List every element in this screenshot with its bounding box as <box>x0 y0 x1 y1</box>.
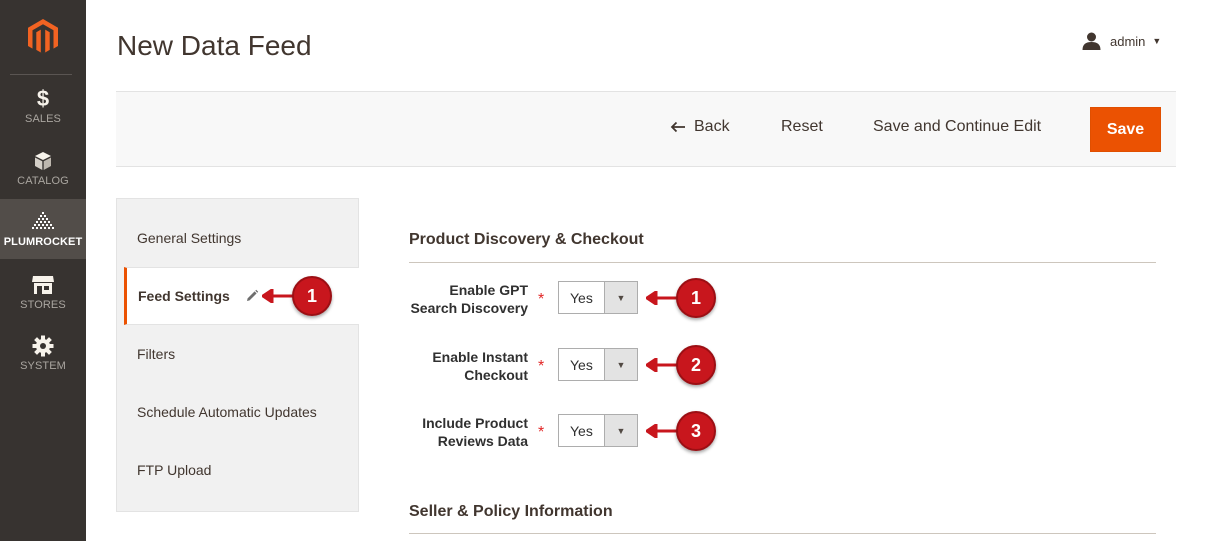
section-divider <box>409 262 1156 263</box>
tab-schedule-automatic-updates[interactable]: Schedule Automatic Updates <box>117 383 358 441</box>
required-mark: * <box>538 424 545 441</box>
tab-label: FTP Upload <box>137 462 212 478</box>
label-line: Reviews Data <box>437 433 528 449</box>
product-reviews-select[interactable]: Yes ▼ <box>558 414 638 447</box>
section-title-discovery: Product Discovery & Checkout <box>409 231 644 248</box>
required-mark: * <box>538 358 545 375</box>
sidebar-item-system[interactable]: SYSTEM <box>0 323 86 383</box>
callout-arrow-icon <box>646 291 678 305</box>
field-label-product-reviews: Include Product Reviews Data <box>368 414 528 450</box>
label-line: Checkout <box>464 367 528 383</box>
select-value: Yes <box>570 422 593 439</box>
label-line: Search Discovery <box>410 300 528 316</box>
plumrocket-icon <box>31 211 55 233</box>
sidebar-item-label: CATALOG <box>17 174 69 187</box>
admin-sidebar: $ SALES CATALOG PLUMROCKET STORES SYSTEM <box>0 0 86 541</box>
save-button[interactable]: Save <box>1090 107 1161 152</box>
callout-arrow-icon <box>646 358 678 372</box>
user-icon <box>1082 32 1101 50</box>
admin-user-menu[interactable]: admin ▼ <box>1082 32 1161 50</box>
sidebar-item-label: PLUMROCKET <box>3 235 83 248</box>
label-line: Include Product <box>422 415 528 431</box>
chevron-down-icon: ▼ <box>604 282 637 313</box>
back-label: Back <box>694 118 730 135</box>
callout-badge: 1 <box>292 276 332 316</box>
required-mark: * <box>538 291 545 308</box>
callout-badge: 1 <box>676 278 716 318</box>
tab-label: General Settings <box>137 230 242 246</box>
chevron-down-icon: ▼ <box>1152 36 1162 46</box>
label-line: Enable GPT <box>449 282 528 298</box>
select-value: Yes <box>570 356 593 373</box>
back-button[interactable]: Back <box>670 118 730 136</box>
chevron-down-icon: ▼ <box>604 415 637 446</box>
instant-checkout-select[interactable]: Yes ▼ <box>558 348 638 381</box>
tab-label: Filters <box>137 346 176 362</box>
select-value: Yes <box>570 289 593 306</box>
page-title: New Data Feed <box>117 30 312 61</box>
pencil-icon <box>245 289 259 303</box>
settings-tabs: General Settings Feed Settings Filters S… <box>116 198 359 512</box>
sidebar-item-stores[interactable]: STORES <box>0 262 86 322</box>
tab-label: Schedule Automatic Updates <box>137 404 317 420</box>
callout-badge: 3 <box>676 411 716 451</box>
dollar-icon: $ <box>36 85 50 111</box>
tab-filters[interactable]: Filters <box>117 325 358 383</box>
save-and-continue-button[interactable]: Save and Continue Edit <box>873 118 1041 136</box>
field-label-gpt-search: Enable GPT Search Discovery <box>368 281 528 317</box>
label-line: Enable Instant <box>432 349 528 365</box>
sidebar-item-label: SYSTEM <box>20 359 66 372</box>
store-icon <box>31 274 55 296</box>
field-label-instant-checkout: Enable Instant Checkout <box>368 348 528 384</box>
callout-badge: 2 <box>676 345 716 385</box>
section-title-seller-policy: Seller & Policy Information <box>409 503 613 520</box>
sidebar-item-catalog[interactable]: CATALOG <box>0 138 86 198</box>
gear-icon <box>32 335 54 357</box>
admin-username: admin <box>1110 33 1146 49</box>
logo-divider <box>10 74 72 75</box>
arrow-left-icon <box>670 121 686 133</box>
sidebar-item-sales[interactable]: $ SALES <box>0 76 86 136</box>
callout-arrow-icon <box>262 289 294 303</box>
magento-logo-icon[interactable] <box>0 0 86 74</box>
section-divider <box>409 533 1156 534</box>
tab-label: Feed Settings <box>138 288 230 304</box>
sidebar-item-label: STORES <box>20 298 66 311</box>
cube-icon <box>33 150 53 172</box>
page-actions-bar: Back Reset Save and Continue Edit Save <box>116 91 1176 167</box>
tab-general-settings[interactable]: General Settings <box>117 209 358 267</box>
tab-ftp-upload[interactable]: FTP Upload <box>117 441 358 499</box>
callout-arrow-icon <box>646 424 678 438</box>
reset-button[interactable]: Reset <box>781 118 823 136</box>
gpt-search-discovery-select[interactable]: Yes ▼ <box>558 281 638 314</box>
sidebar-item-plumrocket[interactable]: PLUMROCKET <box>0 199 86 259</box>
chevron-down-icon: ▼ <box>604 349 637 380</box>
sidebar-item-label: SALES <box>25 112 61 125</box>
